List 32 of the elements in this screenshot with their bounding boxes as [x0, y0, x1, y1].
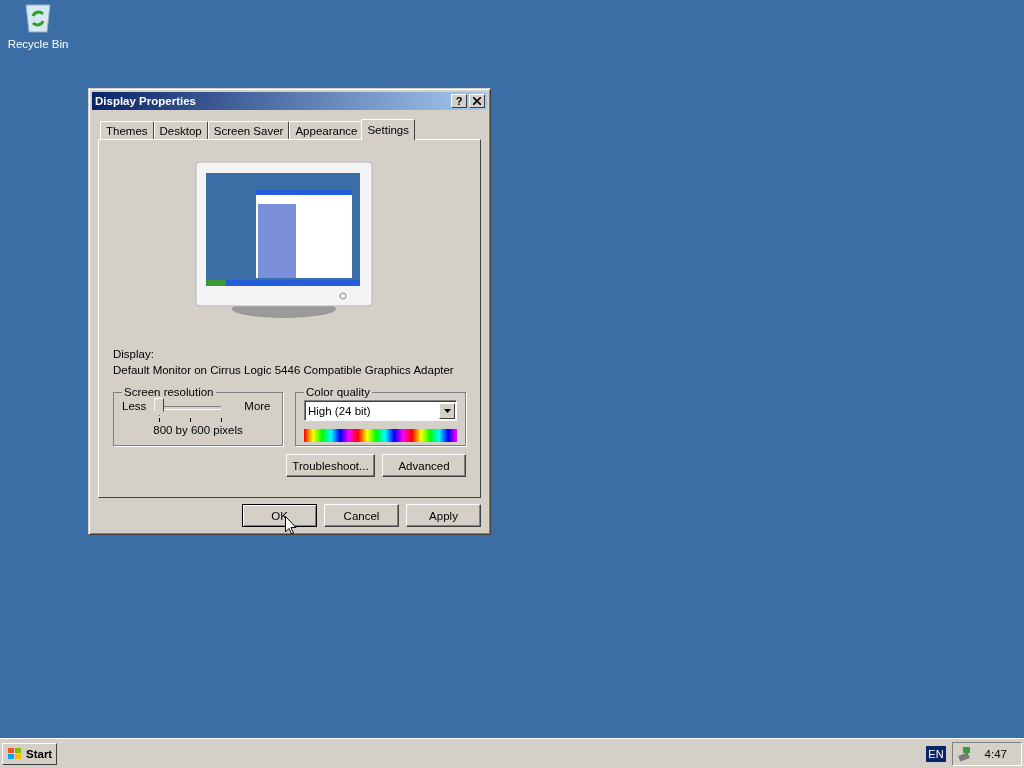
pointer-icon — [285, 516, 297, 535]
window-title: Display Properties — [95, 95, 197, 107]
dialog-button[interactable]: Apply — [406, 504, 481, 527]
slider-min-label: Less — [122, 399, 147, 414]
clock: 4:47 — [984, 746, 1007, 762]
network-icon[interactable] — [956, 745, 973, 762]
display-label: Display: — [113, 347, 155, 362]
tab[interactable]: Settings — [361, 119, 415, 140]
recycle-bin-icon[interactable] — [23, 2, 53, 34]
caret-icon — [443, 408, 451, 413]
tab[interactable]: Appearance — [289, 121, 364, 139]
panel-button[interactable]: Troubleshoot... — [286, 454, 375, 477]
start-button[interactable]: Start — [2, 742, 58, 765]
tab[interactable]: Themes — [100, 121, 154, 139]
close-icon — [473, 97, 481, 105]
tab[interactable]: Screen Saver — [207, 121, 290, 139]
display-device-name: Default Monitor on Cirrus Logic 5446 Compatible Graphics Adapter — [113, 363, 455, 378]
group-title: Color quality — [305, 386, 371, 398]
dialog-button[interactable]: Cancel — [324, 504, 399, 527]
slider-max-label: More — [244, 399, 271, 414]
windows-logo-icon — [7, 746, 23, 761]
tab[interactable]: Desktop — [153, 121, 208, 139]
language-indicator[interactable]: EN — [926, 745, 946, 762]
dropdown-button[interactable] — [439, 402, 455, 419]
desktop-icon-label[interactable]: Recycle Bin — [7, 38, 69, 50]
resolution-reading: 800 by 600 pixels — [152, 423, 244, 438]
panel-button[interactable]: Advanced — [382, 454, 466, 477]
color-quality-dropdown[interactable]: High (24 bit) — [304, 400, 457, 421]
group-title: Screen resolution — [123, 386, 215, 398]
slider-thumb[interactable] — [154, 398, 165, 416]
help-button[interactable]: ? — [451, 94, 467, 108]
close-button[interactable] — [469, 94, 485, 108]
